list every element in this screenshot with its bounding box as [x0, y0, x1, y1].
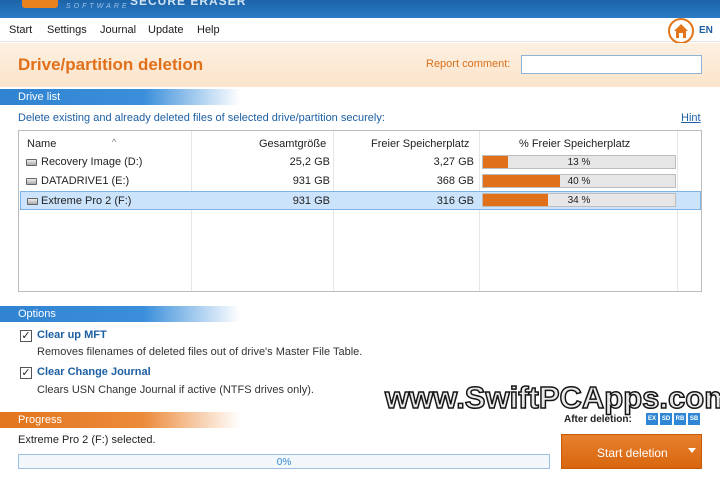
- column-header-total-size[interactable]: Gesamtgröße: [259, 138, 326, 150]
- drive-free-percent-label: 40 %: [567, 176, 591, 187]
- drive-row-selected[interactable]: Extreme Pro 2 (F:) 931 GB 316 GB 34 %: [20, 191, 701, 210]
- after-deletion-label: After deletion:: [564, 414, 632, 425]
- clear-change-journal-checkbox[interactable]: ✓: [20, 367, 32, 379]
- drive-free-percent-label: 13 %: [567, 157, 591, 168]
- page-title: Drive/partition deletion: [18, 55, 204, 74]
- column-header-name[interactable]: ^ Name: [27, 137, 116, 150]
- drive-name: Recovery Image (D:): [41, 156, 143, 168]
- clear-mft-description: Removes filenames of deleted files out o…: [37, 346, 363, 358]
- column-header-name-label: Name: [27, 138, 57, 150]
- menu-help[interactable]: Help: [197, 24, 220, 36]
- page-header: Drive/partition deletion Report comment:: [0, 43, 720, 87]
- menu-start[interactable]: Start: [9, 24, 32, 36]
- progress-section-header: Progress: [0, 412, 240, 428]
- hint-link[interactable]: Hint: [681, 112, 701, 124]
- hard-drive-icon: [26, 159, 37, 166]
- progress-percent-label: 0%: [276, 457, 292, 468]
- brand-subtitle: SOFTWARE: [66, 3, 130, 10]
- after-deletion-shutdown-button[interactable]: SD: [660, 413, 672, 425]
- dropdown-arrow-icon[interactable]: [688, 448, 696, 453]
- drive-row[interactable]: Recovery Image (D:) 25,2 GB 3,27 GB 13 %: [20, 153, 701, 172]
- clear-mft-checkbox[interactable]: ✓: [20, 330, 32, 342]
- drive-free-percent-bar: 40 %: [482, 174, 676, 188]
- sort-ascending-icon: ^: [112, 137, 117, 147]
- drive-row[interactable]: DATADRIVE1 (E:) 931 GB 368 GB 40 %: [20, 172, 701, 191]
- menu-journal[interactable]: Journal: [100, 24, 136, 36]
- hard-drive-icon: [26, 178, 37, 185]
- report-comment-label: Report comment:: [426, 58, 511, 70]
- drive-table: ^ Name Gesamtgröße Freier Speicherplatz …: [18, 130, 702, 292]
- drive-free-space: 368 GB: [436, 175, 474, 187]
- column-header-percent-free[interactable]: % Freier Speicherplatz: [519, 138, 630, 150]
- app-logo: [22, 0, 58, 8]
- drive-list-section-header: Drive list: [0, 89, 240, 105]
- after-deletion-exit-button[interactable]: EX: [646, 413, 658, 425]
- start-deletion-label: Start deletion: [597, 446, 668, 460]
- drive-name: DATADRIVE1 (E:): [41, 175, 130, 187]
- brand-title: SECURE ERASER: [130, 0, 247, 8]
- drive-name: Extreme Pro 2 (F:): [41, 195, 132, 207]
- home-button[interactable]: [668, 18, 694, 44]
- start-deletion-button[interactable]: Start deletion: [561, 434, 702, 469]
- menu-bar: Start Settings Journal Update Help: [0, 18, 720, 42]
- progress-status-text: Extreme Pro 2 (F:) selected.: [18, 434, 156, 446]
- clear-change-journal-title[interactable]: Clear Change Journal: [37, 366, 151, 378]
- column-header-free-space[interactable]: Freier Speicherplatz: [371, 138, 469, 150]
- options-section-header: Options: [0, 306, 240, 322]
- drive-total-size: 931 GB: [292, 175, 330, 187]
- watermark-text: www.SwiftPCApps.com: [384, 379, 720, 416]
- drive-list-description: Delete existing and already deleted file…: [18, 112, 385, 124]
- hard-drive-icon: [27, 198, 38, 205]
- drive-total-size: 931 GB: [292, 195, 330, 207]
- report-comment-input[interactable]: [521, 55, 702, 74]
- drive-free-space: 316 GB: [436, 195, 474, 207]
- deletion-progress-bar: 0%: [18, 454, 550, 469]
- after-deletion-standby-button[interactable]: SB: [688, 413, 700, 425]
- menu-update[interactable]: Update: [148, 24, 183, 36]
- drive-free-space: 3,27 GB: [433, 156, 474, 168]
- clear-change-journal-description: Clears USN Change Journal if active (NTF…: [37, 384, 314, 396]
- drive-free-percent-bar: 34 %: [482, 193, 676, 207]
- drive-free-percent-bar: 13 %: [482, 155, 676, 169]
- drive-free-percent-label: 34 %: [567, 195, 591, 206]
- home-icon: [674, 24, 688, 38]
- language-selector[interactable]: EN: [699, 25, 713, 36]
- menu-settings[interactable]: Settings: [47, 24, 87, 36]
- after-deletion-reboot-button[interactable]: RB: [674, 413, 686, 425]
- title-bar: SOFTWARE SECURE ERASER: [0, 0, 720, 18]
- drive-total-size: 25,2 GB: [289, 156, 330, 168]
- clear-mft-title[interactable]: Clear up MFT: [37, 329, 107, 341]
